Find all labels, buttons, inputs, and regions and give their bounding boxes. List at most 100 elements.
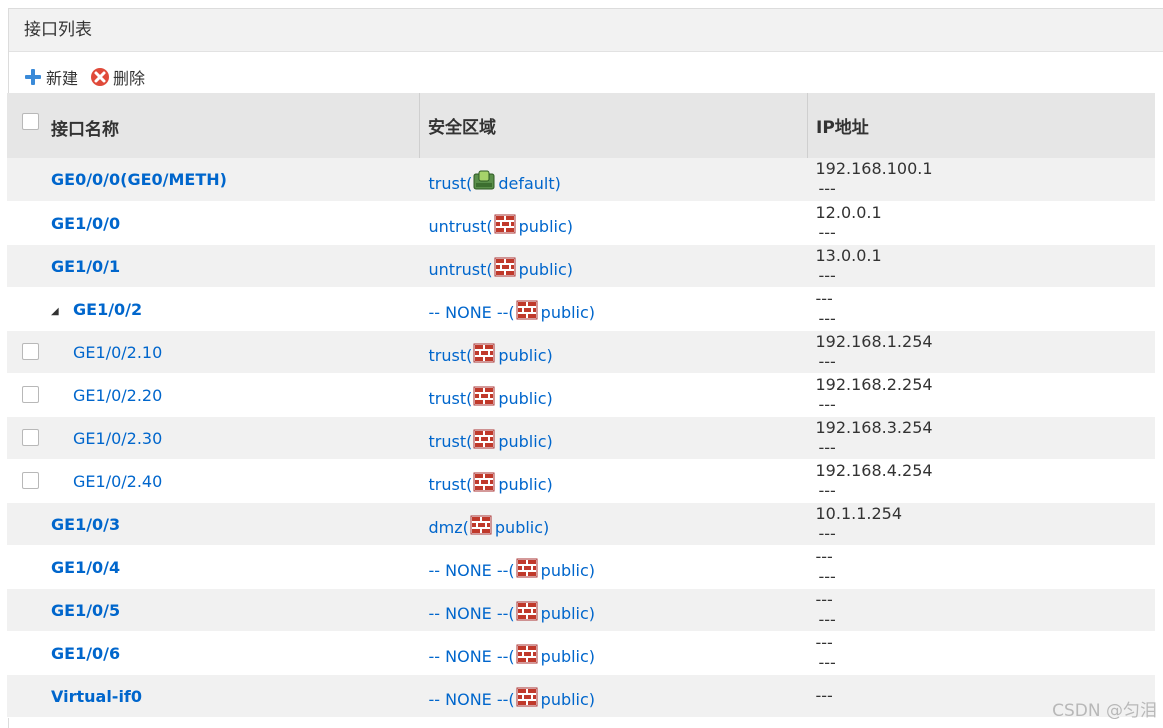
ipv4-address: 192.168.1.254 <box>815 331 933 351</box>
security-zone-link[interactable]: untrust( public) <box>429 214 574 240</box>
zone-name: -- NONE --( <box>428 561 515 580</box>
interface-name-link[interactable]: Virtual-if0 <box>51 687 142 706</box>
security-zone-link[interactable]: trust( public) <box>429 472 553 498</box>
table-row[interactable]: GE1/0/6 -- NONE --( public) --- --- <box>7 631 1155 674</box>
ipv4-address: --- <box>815 288 833 308</box>
vsys-name: public) <box>540 561 596 580</box>
collapse-triangle-icon[interactable]: ◢ <box>51 306 59 317</box>
table-row[interactable]: GE1/0/2.40 trust( public) 192.168.4.254 --- <box>7 459 1155 502</box>
firewall-icon <box>494 214 516 233</box>
ipv6-address: --- <box>818 351 836 371</box>
security-zone-link[interactable]: trust( default) <box>429 170 561 196</box>
interface-name-cell: GE1/0/2.20 <box>7 373 420 416</box>
interface-name-link[interactable]: GE1/0/6 <box>51 644 120 663</box>
interface-name-link[interactable]: GE1/0/2.10 <box>73 343 162 362</box>
interface-name-cell: GE1/0/0 <box>7 201 420 244</box>
zone-name: untrust( <box>428 260 493 279</box>
panel-title: 接口列表 <box>9 9 1163 52</box>
interface-name-link[interactable]: GE1/0/2.40 <box>73 472 162 491</box>
security-zone-cell: untrust( public) <box>420 201 808 244</box>
zone-name: dmz( <box>428 518 469 537</box>
table-row[interactable]: GE1/0/5 -- NONE --( public) --- --- <box>7 588 1155 631</box>
firewall-icon <box>516 300 538 319</box>
security-zone-link[interactable]: trust( public) <box>429 429 553 455</box>
row-checkbox[interactable] <box>22 428 39 446</box>
interface-table: 接口名称 安全区域 IP地址 GE0/0/0(GE0/METH) trust( d… <box>7 93 1155 718</box>
table-row[interactable]: GE1/0/4 -- NONE --( public) --- --- <box>7 545 1155 588</box>
table-row[interactable]: GE1/0/3 dmz( public) 10.1.1.254 --- <box>7 502 1155 545</box>
interface-name-cell: GE1/0/6 <box>7 631 420 674</box>
vsys-name: public) <box>540 690 596 709</box>
header-name-label: 接口名称 <box>51 120 119 140</box>
interface-name-link[interactable]: GE1/0/4 <box>51 558 120 577</box>
interface-name-link[interactable]: GE1/0/2.20 <box>73 386 162 405</box>
ipv4-address: 192.168.2.254 <box>815 374 933 394</box>
interface-name-link[interactable]: GE1/0/2 <box>73 300 142 319</box>
security-zone-link[interactable]: trust( public) <box>429 343 553 369</box>
ip-address-cell: 13.0.0.1 --- <box>808 244 1156 287</box>
table-row[interactable]: ◢ GE1/0/2 -- NONE --( public) --- --- <box>7 287 1155 330</box>
ipv4-address: --- <box>815 546 833 566</box>
security-zone-link[interactable]: -- NONE --( public) <box>429 644 596 670</box>
security-zone-link[interactable]: -- NONE --( public) <box>429 601 595 627</box>
ip-address-cell: 192.168.3.254 --- <box>808 416 1156 459</box>
table-row[interactable]: GE1/0/2.10 trust( public) 192.168.1.254 --- <box>7 330 1155 373</box>
firewall-icon <box>473 472 495 491</box>
interface-name-cell: Virtual-if0 <box>7 674 420 717</box>
row-checkbox[interactable] <box>22 471 39 489</box>
delete-x-icon <box>91 68 110 86</box>
ip-address-cell: 192.168.1.254 --- <box>808 330 1156 373</box>
vsys-name: public) <box>540 647 596 666</box>
table-row[interactable]: GE1/0/0 untrust( public) 12.0.0.1 --- <box>7 201 1155 244</box>
interface-name-link[interactable]: GE1/0/5 <box>51 601 120 620</box>
header-interface-name: 接口名称 <box>7 93 420 158</box>
table-row[interactable]: GE1/0/2.30 trust( public) 192.168.3.254 --- <box>7 416 1155 459</box>
security-zone-link[interactable]: dmz( public) <box>428 515 549 541</box>
table-row[interactable]: GE1/0/2.20 trust( public) 192.168.2.254 --- <box>7 373 1155 416</box>
security-zone-link[interactable]: -- NONE --( public) <box>429 300 596 326</box>
ipv4-address: 192.168.100.1 <box>815 159 933 179</box>
security-zone-link[interactable]: -- NONE --( public) <box>429 687 596 713</box>
interface-name-cell: GE1/0/3 <box>7 502 420 545</box>
table-row[interactable]: GE0/0/0(GE0/METH) trust( default) 192.168.… <box>7 158 1155 201</box>
interface-name-link[interactable]: GE1/0/2.30 <box>73 429 162 448</box>
interface-name-cell: GE1/0/2.30 <box>7 416 420 459</box>
ipv4-address: 192.168.4.254 <box>815 460 933 480</box>
ipv6-address: --- <box>818 609 836 629</box>
interface-name-link[interactable]: GE1/0/3 <box>51 515 120 534</box>
vsys-name: public) <box>540 303 596 322</box>
ipv6-address: --- <box>818 437 836 457</box>
table-row[interactable]: GE1/0/1 untrust( public) 13.0.0.1 --- <box>7 244 1155 287</box>
security-zone-cell: trust( public) <box>420 459 808 502</box>
new-button-label: 新建 <box>46 69 79 88</box>
interface-name-cell: GE1/0/5 <box>7 588 420 631</box>
vsys-name: public) <box>518 217 574 236</box>
interface-name-cell: GE0/0/0(GE0/METH) <box>7 158 420 201</box>
interface-name-link[interactable]: GE1/0/0 <box>51 214 120 233</box>
table-row[interactable]: Virtual-if0 -- NONE --( public) --- <box>7 674 1155 717</box>
firewall-icon <box>516 601 538 620</box>
zone-name: trust( <box>428 346 473 365</box>
zone-name: trust( <box>428 173 473 193</box>
row-checkbox[interactable] <box>22 385 39 403</box>
ipv6-address: --- <box>818 179 836 199</box>
security-zone-link[interactable]: -- NONE --( public) <box>428 558 596 584</box>
interface-name-link[interactable]: GE1/0/1 <box>51 257 120 276</box>
security-zone-link[interactable]: trust( public) <box>429 386 553 412</box>
new-button[interactable]: 新建 <box>23 65 78 89</box>
interface-name-link[interactable]: GE0/0/0(GE0/METH) <box>51 170 227 189</box>
delete-button[interactable]: 删除 <box>90 65 145 89</box>
firewall-icon <box>470 515 492 534</box>
row-checkbox[interactable] <box>22 342 39 360</box>
ipv4-address: --- <box>815 632 833 652</box>
ipv4-address: --- <box>815 589 833 609</box>
security-zone-cell: untrust( public) <box>420 244 808 287</box>
security-zone-link[interactable]: untrust( public) <box>428 257 573 283</box>
ipv4-address: 13.0.0.1 <box>815 245 882 265</box>
ipv6-address: --- <box>818 480 836 500</box>
watermark: CSDN @匀泪 <box>1052 701 1157 721</box>
ipv6-address: --- <box>818 652 836 672</box>
select-all-checkbox[interactable] <box>22 113 39 130</box>
plus-icon <box>25 69 41 85</box>
firewall-icon <box>473 343 495 362</box>
